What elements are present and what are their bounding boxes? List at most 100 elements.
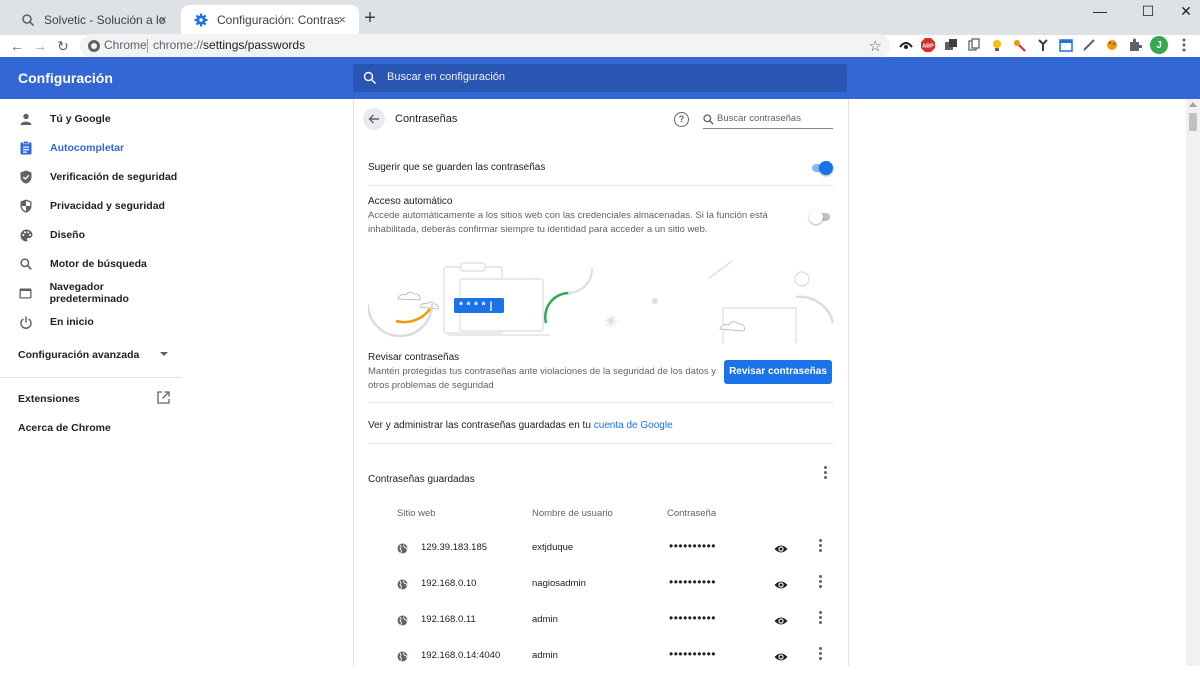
globe-icon [397,614,408,626]
sidebar-item-safety-check[interactable]: Verificación de seguridad [0,163,182,191]
toggle-knob [809,210,823,224]
sidebar-item-privacy[interactable]: Privacidad y seguridad [0,192,182,220]
sidebar-item-appearance[interactable]: Diseño [0,221,182,249]
column-header-password: Contraseña [667,508,717,519]
offer-save-toggle[interactable] [811,161,833,175]
sidebar-divider [0,377,182,378]
sidebar-item-default-browser[interactable]: Navegador predeterminado [0,279,182,307]
back-button[interactable]: ← [8,37,26,55]
open-in-new-icon[interactable] [157,391,170,404]
site-cell[interactable]: 192.168.0.11 [421,614,476,625]
show-password-eye-icon[interactable] [774,614,788,625]
sidebar-item-label: Privacidad y seguridad [50,200,165,212]
row-more-icon[interactable] [818,611,822,625]
browser-icon [19,286,33,300]
sidebar-item-autofill[interactable]: Autocompletar [0,134,182,162]
extension-eye-icon[interactable] [898,37,914,53]
advanced-label: Configuración avanzada [18,349,140,361]
sidebar-item-about-chrome[interactable]: Acerca de Chrome [18,422,111,434]
site-cell[interactable]: 192.168.0.14:4040 [421,650,500,661]
extension-branch-icon[interactable] [1035,37,1051,53]
tab-close-icon[interactable]: × [156,13,170,27]
site-cell[interactable]: 192.168.0.10 [421,578,476,589]
reload-button[interactable]: ↻ [54,37,72,55]
extension-pen-icon[interactable] [1081,37,1097,53]
search-placeholder: Buscar en configuración [387,71,506,83]
row-more-icon[interactable] [818,539,822,553]
tab-solvetic[interactable]: Solvetic - Solución a los problem × [8,5,180,35]
shield-check-icon [19,170,33,184]
extension-copy-icon[interactable] [966,37,982,53]
advanced-settings-toggle[interactable]: Configuración avanzada [18,349,168,361]
scroll-thumb[interactable] [1189,113,1197,131]
password-search-input[interactable]: Buscar contraseñas [703,110,833,129]
globe-icon [397,578,408,590]
tab-title: Configuración: Contraseñas [217,13,339,27]
password-row: 192.168.0.14:4040 admin •••••••••• [354,638,848,674]
tab-close-icon[interactable]: × [335,13,349,27]
address-bar[interactable]: Chrome chrome://settings/passwords ☆ [80,34,890,58]
row-more-icon[interactable] [818,575,822,589]
show-password-eye-icon[interactable] [774,578,788,589]
password-row: 192.168.0.10 nagiosadmin •••••••••• [354,566,848,602]
show-password-eye-icon[interactable] [774,650,788,661]
google-account-link[interactable]: cuenta de Google [594,420,673,431]
puzzle-icon[interactable] [1127,37,1143,53]
browser-toolbar: ← → ↻ Chrome chrome://settings/passwords… [0,34,1200,58]
settings-search-input[interactable]: Buscar en configuración [353,64,847,92]
bookmark-star-icon[interactable]: ☆ [869,37,882,55]
sidebar-item-you-and-google[interactable]: Tú y Google [0,105,182,133]
minimize-button[interactable]: — [1080,0,1120,24]
column-header-username: Nombre de usuario [532,508,613,519]
sidebar-item-search-engine[interactable]: Motor de búsqueda [0,250,182,278]
page-title: Configuración [18,70,113,86]
browser-menu-icon[interactable] [1176,37,1192,53]
sidebar-item-extensions[interactable]: Extensiones [18,393,80,405]
username-cell: admin [532,650,558,661]
shield-icon [19,199,33,213]
check-passwords-title: Revisar contraseñas [368,352,460,363]
extension-bulb-icon[interactable] [989,37,1005,53]
tab-title: Solvetic - Solución a los problem [44,13,166,27]
password-cell: •••••••••• [669,611,717,625]
saved-passwords-title: Contraseñas guardadas [368,474,475,485]
back-arrow-button[interactable] [363,108,385,130]
sidebar-item-label: Verificación de seguridad [50,171,178,183]
extension-calendar-icon[interactable] [1058,37,1074,53]
search-icon [363,71,377,85]
maximize-button[interactable]: ☐ [1128,0,1168,24]
row-divider [368,402,834,403]
sidebar-item-label: Diseño [50,229,86,241]
password-row: 129.39.183.185 extjduque •••••••••• [354,530,848,566]
adblock-icon[interactable]: ABP [920,37,936,53]
sidebar-item-label: Navegador predeterminado [49,281,129,305]
sidebar-item-on-startup[interactable]: En inicio [0,308,182,336]
search-icon [703,113,714,125]
person-icon [19,112,33,126]
settings-header: Configuración Buscar en configuración [0,57,1200,99]
help-icon[interactable]: ? [674,112,689,127]
check-passwords-button[interactable]: Revisar contraseñas [724,360,832,384]
page-scrollbar[interactable] [1186,99,1200,666]
extension-art-icon[interactable] [1104,37,1120,53]
password-cell: •••••••••• [669,539,717,553]
password-row: 192.168.0.11 admin •••••••••• [354,602,848,638]
forward-button[interactable]: → [31,37,49,55]
saved-passwords-menu-icon[interactable] [823,466,827,480]
close-window-button[interactable]: ✕ [1166,0,1200,24]
scroll-up-arrow-icon[interactable] [1189,102,1197,107]
section-title: Contraseñas [395,113,458,125]
site-cell[interactable]: 129.39.183.185 [421,542,487,553]
auto-signin-toggle[interactable] [809,210,831,224]
row-more-icon[interactable] [818,647,822,661]
extension-layers-icon[interactable] [943,37,959,53]
extension-key-icon[interactable] [1012,37,1028,53]
profile-avatar[interactable]: J [1150,36,1168,54]
username-cell: nagiosadmin [532,578,586,589]
tab-settings[interactable]: Configuración: Contraseñas × [181,5,359,35]
offer-save-label: Sugerir que se guarden las contraseñas [368,162,546,173]
show-password-eye-icon[interactable] [774,542,788,553]
chevron-down-icon [160,352,168,356]
new-tab-button[interactable]: + [362,8,378,28]
search-icon [19,257,33,271]
